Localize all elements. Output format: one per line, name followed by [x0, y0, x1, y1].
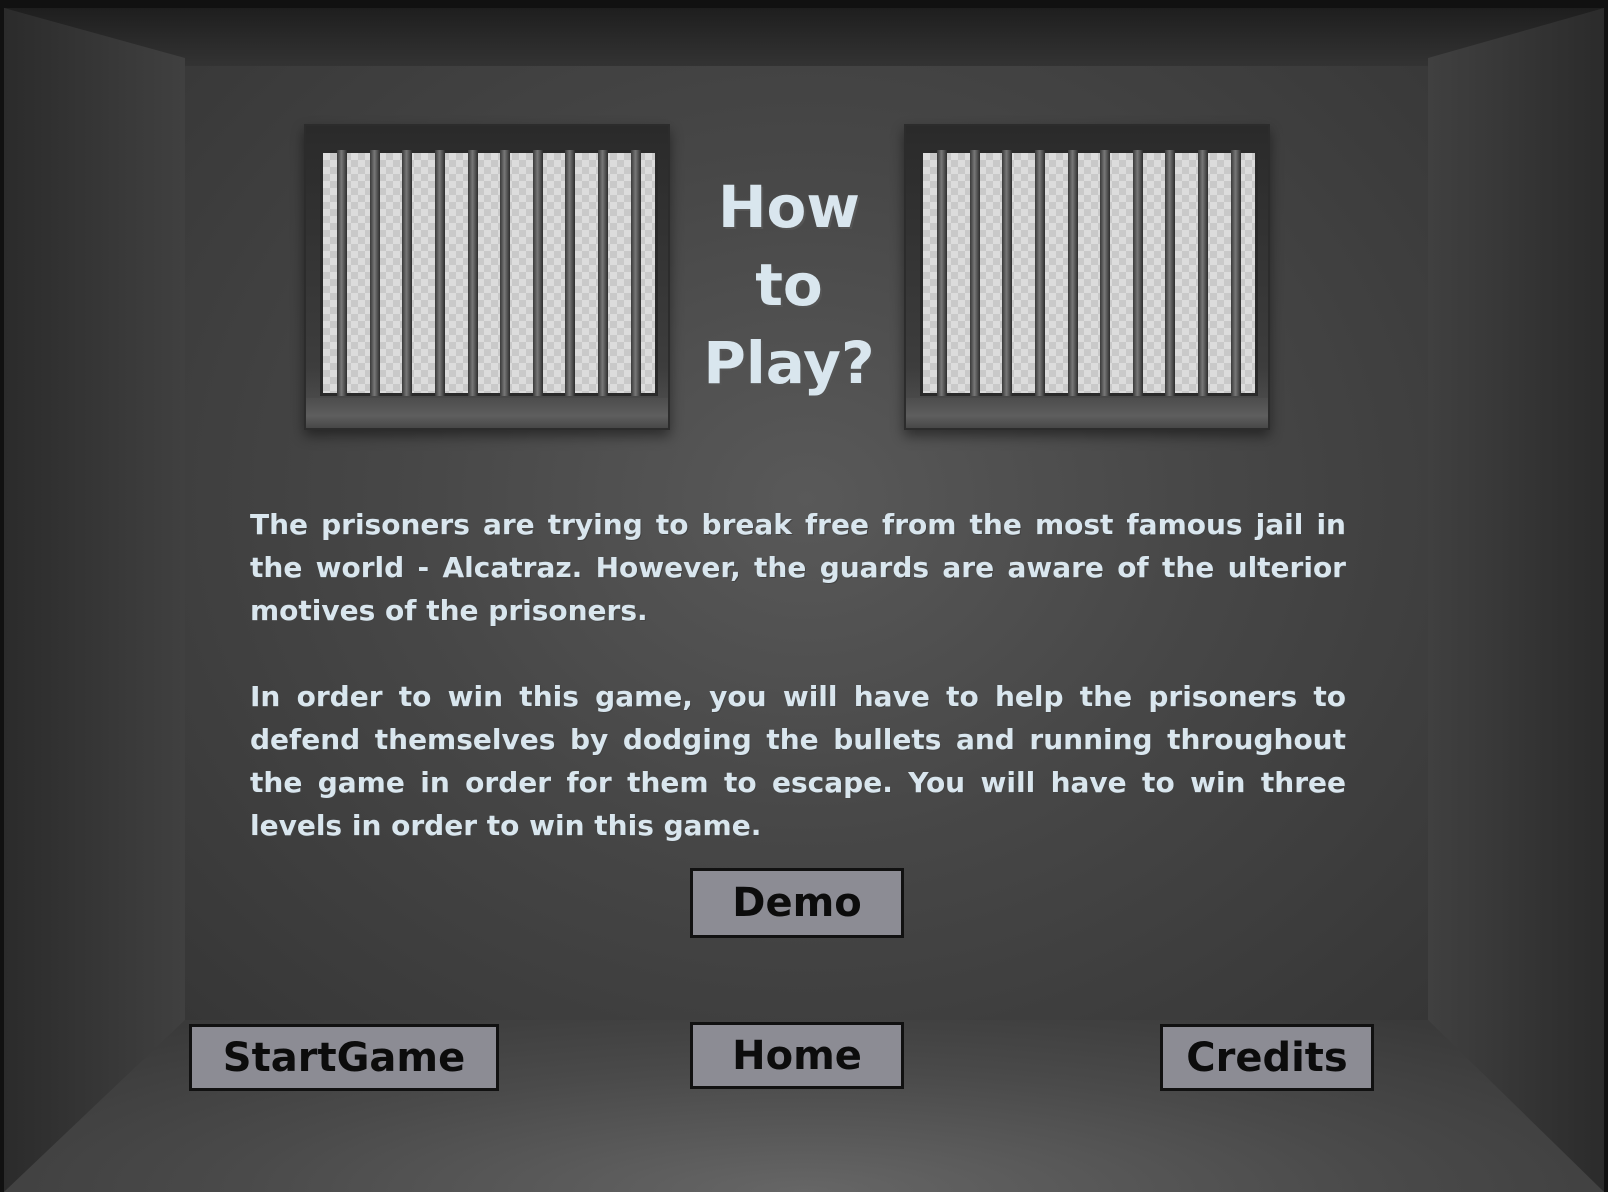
right-wall: [1428, 8, 1604, 1192]
instructions-paragraph-2: In order to win this game, you will have…: [250, 680, 1346, 842]
barred-window-left: [304, 124, 670, 430]
title-line-2: to: [755, 251, 823, 319]
instructions-paragraph-1: The prisoners are trying to break free f…: [250, 508, 1346, 627]
ceiling: [4, 8, 1604, 66]
home-button[interactable]: Home: [690, 1022, 904, 1089]
window-sill: [906, 398, 1268, 428]
left-wall: [4, 8, 185, 1192]
window-bars: [920, 150, 1258, 396]
window-bars: [320, 150, 658, 396]
start-game-button[interactable]: StartGame: [189, 1024, 499, 1091]
window-sill: [306, 398, 668, 428]
barred-window-right: [904, 124, 1270, 430]
title-line-1: How: [718, 173, 860, 241]
credits-button[interactable]: Credits: [1160, 1024, 1374, 1091]
page-title: How to Play?: [680, 168, 898, 402]
title-line-3: Play?: [703, 329, 875, 397]
demo-button[interactable]: Demo: [690, 868, 904, 938]
